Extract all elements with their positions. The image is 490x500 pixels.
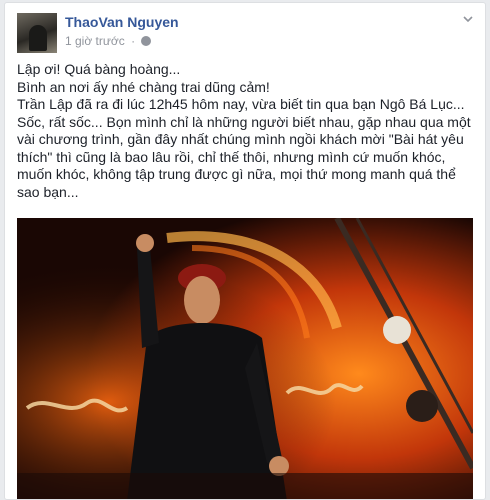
avatar[interactable] [17,13,57,53]
post-photo[interactable] [17,218,473,499]
globe-icon [141,36,152,46]
post-meta: 1 giờ trước · [65,34,152,48]
post-card: ThaoVan Nguyen 1 giờ trước · Lập ơi! Quá… [4,2,486,500]
meta-separator: · [131,34,136,48]
post-line-3: Trần Lập đã ra đi lúc 12h45 hôm nay, vừa… [17,96,471,200]
chevron-down-icon[interactable] [461,13,475,27]
post-line-1: Lập ơi! Quá bàng hoàng... [17,61,181,77]
post-author[interactable]: ThaoVan Nguyen [65,14,179,30]
post-time[interactable]: 1 giờ trước [65,34,125,48]
post-line-2: Bình an nơi ấy nhé chàng trai dũng cảm! [17,78,270,95]
post-text: Lập ơi! Quá bàng hoàng... Bình an nơi ấy… [17,61,477,201]
